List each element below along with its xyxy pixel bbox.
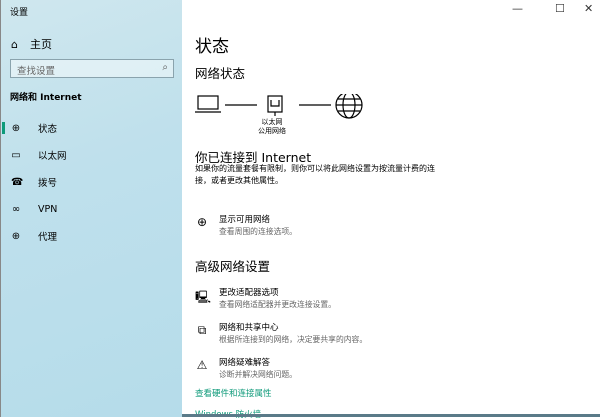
ethernet-port-icon bbox=[267, 95, 283, 116]
search-icon: ⌕ bbox=[162, 62, 168, 73]
sidebar-item-dialup[interactable]: ☎ 拨号 bbox=[1, 171, 183, 193]
ethernet-icon: ▭ bbox=[11, 149, 21, 161]
home-icon: ⌂ bbox=[11, 37, 18, 51]
maximize-button[interactable]: ☐ bbox=[555, 2, 565, 15]
sharing-center-icon: ⧉ bbox=[197, 323, 207, 337]
page-title: 状态 bbox=[195, 37, 229, 57]
status-icon: ⊕ bbox=[11, 122, 21, 134]
close-button[interactable]: ✕ bbox=[584, 2, 593, 15]
warning-icon: ⚠ bbox=[196, 358, 208, 372]
sharing-center-item[interactable]: ⧉ 网络和共享中心 根据所连接到的网络，决定要共享的内容。 bbox=[195, 323, 367, 345]
troubleshoot-item[interactable]: ⚠ 网络疑难解答 诊断并解决网络问题。 bbox=[195, 358, 297, 380]
globe-icon bbox=[335, 94, 363, 119]
adapter-name: 以太网 bbox=[261, 118, 283, 126]
dialup-icon: ☎ bbox=[11, 176, 24, 188]
vpn-icon: ∞ bbox=[11, 203, 21, 215]
laptop-icon bbox=[195, 95, 221, 113]
sidebar-item-ethernet[interactable]: ▭ 以太网 bbox=[1, 144, 183, 166]
adapter-icon: 🖳 bbox=[195, 290, 212, 304]
network-status-heading: 网络状态 bbox=[195, 66, 246, 81]
section-heading: 网络和 Internet bbox=[10, 93, 82, 103]
show-networks-item[interactable]: ⊕ 显示可用网络 查看周围的连接选项。 bbox=[195, 215, 297, 237]
minimize-button[interactable]: — bbox=[512, 2, 523, 15]
search-input[interactable]: 查找设置 ⌕ bbox=[10, 59, 174, 78]
adapter-options-item[interactable]: 🖳 更改适配器选项 查看网络适配器并更改连接设置。 bbox=[195, 288, 336, 310]
connected-description: 如果你的流量套餐有限制，则你可以将此网络设置为按流量计费的连接，或者更改其他属性… bbox=[195, 164, 435, 185]
main-content: — ☐ ✕ 状态 网络状态 以太网 公用网络 你已连接到 Internet 如果你… bbox=[182, 0, 600, 420]
advanced-heading: 高级网络设置 bbox=[195, 259, 271, 274]
proxy-icon: ⊕ bbox=[11, 230, 21, 242]
sidebar-item-status[interactable]: ⊕ 状态 bbox=[1, 117, 183, 139]
sidebar-item-vpn[interactable]: ∞ VPN bbox=[1, 198, 183, 220]
network-type: 公用网络 bbox=[258, 127, 286, 135]
sidebar-home[interactable]: ⌂ 主页 bbox=[11, 36, 52, 52]
app-title: 设置 bbox=[10, 8, 29, 18]
sidebar-item-proxy[interactable]: ⊕ 代理 bbox=[1, 225, 183, 247]
network-icon: ⊕ bbox=[196, 215, 208, 229]
sidebar: 设置 ⌂ 主页 查找设置 ⌕ 网络和 Internet ⊕ 状态 ▭ 以太网 ☎ 拨号 ∞… bbox=[0, 0, 182, 417]
hardware-properties-link[interactable]: 查看硬件和连接属性 bbox=[195, 387, 272, 399]
